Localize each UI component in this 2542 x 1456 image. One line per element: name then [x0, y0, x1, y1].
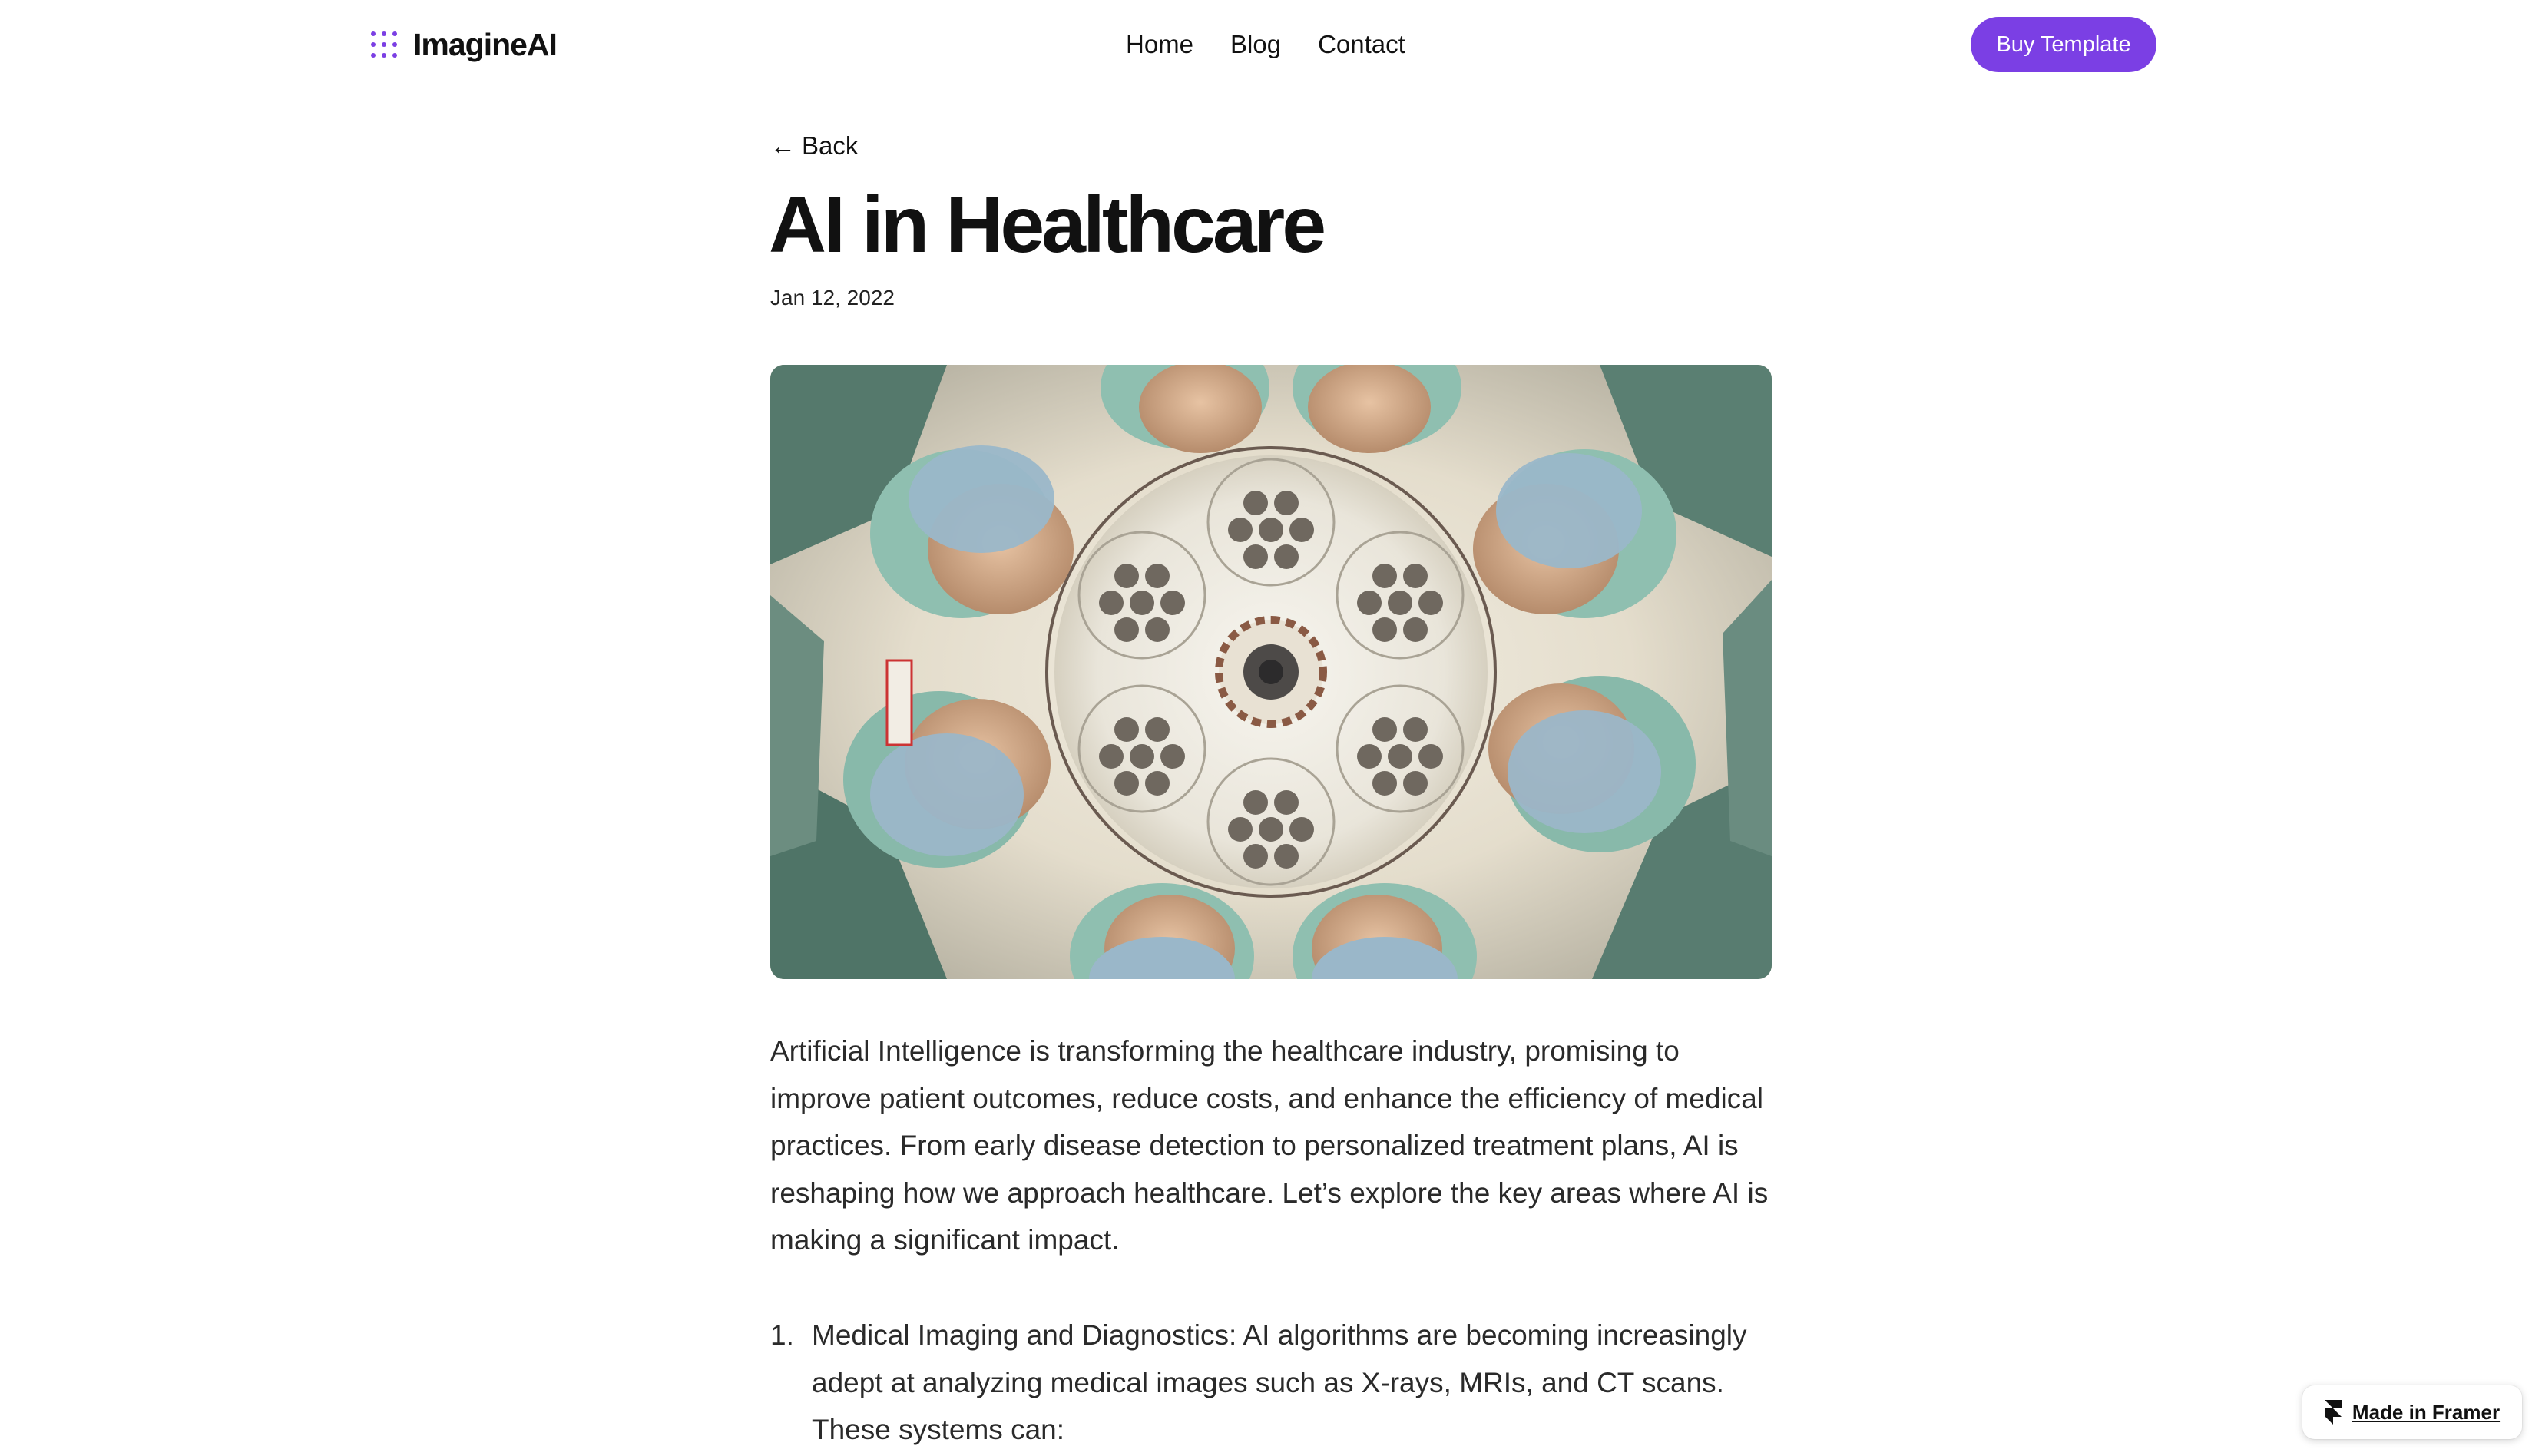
- buy-template-button[interactable]: Buy Template: [1971, 17, 2156, 72]
- list-item-text: Medical Imaging and Diagnostics: AI algo…: [812, 1319, 1747, 1445]
- back-arrow-icon: ←: [770, 131, 796, 160]
- article-intro: Artificial Intelligence is transforming …: [770, 1035, 1769, 1256]
- dots-grid-icon: [371, 31, 397, 58]
- site-header: ImagineAI Home Blog Contact Buy Template: [0, 0, 2542, 89]
- framer-logo-icon: [2324, 1400, 2342, 1425]
- list-item: 1. Medical Imaging and Diagnostics: AI a…: [770, 1312, 1784, 1454]
- back-link[interactable]: ← Back: [770, 127, 858, 164]
- nav-link-home[interactable]: Home: [1126, 30, 1193, 59]
- badge-label: Made in Framer: [2352, 1400, 2501, 1424]
- article-list: 1. Medical Imaging and Diagnostics: AI a…: [770, 1312, 1784, 1454]
- brand-link[interactable]: ImagineAI: [370, 22, 558, 68]
- surgeons-photo: [770, 365, 1772, 979]
- article-title: AI in Healthcare: [769, 180, 1326, 270]
- main-nav: Home Blog Contact: [1126, 23, 1405, 66]
- back-label: Back: [802, 131, 859, 160]
- article-date: Jan 12, 2022: [770, 286, 895, 309]
- hero-image: [770, 365, 1772, 979]
- brand-name: ImagineAI: [413, 26, 558, 62]
- nav-link-blog[interactable]: Blog: [1230, 30, 1281, 59]
- list-item-number: 1.: [770, 1319, 794, 1351]
- made-in-framer-badge[interactable]: Made in Framer: [2302, 1385, 2522, 1439]
- nav-link-contact[interactable]: Contact: [1318, 30, 1405, 59]
